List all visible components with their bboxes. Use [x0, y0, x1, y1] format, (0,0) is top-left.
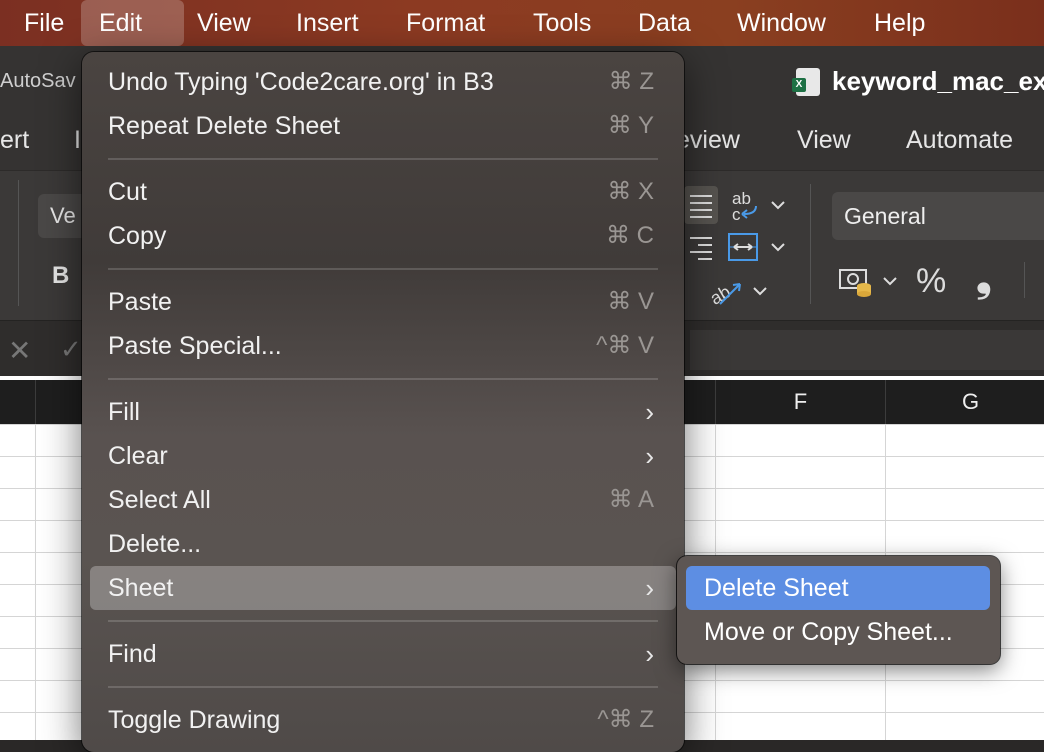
align-right-button[interactable]: [686, 230, 716, 269]
menu-item-delete-sheet[interactable]: Delete Sheet: [704, 566, 849, 610]
menu-window[interactable]: Window: [719, 0, 844, 46]
excel-badge: X: [792, 78, 806, 92]
confirm-edit-icon[interactable]: ✓: [60, 334, 82, 365]
shortcut-toggle-drawing: ^⌘ Z: [597, 706, 654, 733]
formula-input[interactable]: [690, 330, 1044, 370]
excel-file-icon: X: [792, 68, 820, 96]
wrap-text-icon: ab c: [732, 189, 785, 224]
edit-menu: Undo Typing 'Code2care.org' in B3 ⌘ Z Re…: [82, 52, 684, 752]
shortcut-paste-special: ^⌘ V: [596, 332, 654, 359]
align-right-icon: [690, 237, 712, 260]
menu-edit[interactable]: Edit: [81, 0, 184, 46]
menu-item-sheet[interactable]: Sheet: [108, 566, 173, 610]
tab-review[interactable]: eview: [676, 126, 740, 155]
menu-view[interactable]: View: [179, 0, 269, 46]
number-format-select[interactable]: General: [832, 192, 1044, 240]
menu-item-paste-special[interactable]: Paste Special...: [108, 324, 282, 368]
tab-insert[interactable]: ert: [0, 126, 29, 155]
select-all-corner[interactable]: [0, 380, 36, 424]
ribbon-separator: [18, 180, 19, 306]
svg-text:c: c: [732, 205, 741, 224]
column-line: [35, 424, 36, 740]
menu-item-highlight: [90, 566, 676, 610]
menu-tools[interactable]: Tools: [515, 0, 609, 46]
menu-item-fill[interactable]: Fill: [108, 390, 140, 434]
menu-separator: [108, 378, 658, 380]
text-orientation-icon: ab: [707, 281, 767, 309]
menu-separator: [108, 268, 658, 270]
menu-item-cut[interactable]: Cut: [108, 170, 147, 214]
menu-item-repeat[interactable]: Repeat Delete Sheet: [108, 104, 340, 148]
menu-item-find[interactable]: Find: [108, 632, 157, 676]
menu-item-toggle-drawing[interactable]: Toggle Drawing: [108, 698, 280, 742]
chevron-right-icon: ›: [645, 397, 654, 427]
autosave-label[interactable]: AutoSav: [0, 70, 76, 93]
menu-item-copy[interactable]: Copy: [108, 214, 166, 258]
cancel-edit-icon[interactable]: ✕: [8, 334, 31, 367]
document-title: keyword_mac_ex: [832, 66, 1044, 96]
menu-help[interactable]: Help: [856, 0, 943, 46]
column-header-f[interactable]: F: [716, 380, 886, 424]
chevron-right-icon: ›: [645, 573, 654, 603]
tab-view[interactable]: View: [797, 126, 851, 155]
shortcut-copy: ⌘ C: [606, 222, 654, 249]
ribbon-separator: [810, 184, 811, 304]
shortcut-select-all: ⌘ A: [608, 486, 654, 513]
tab-automate[interactable]: Automate: [906, 126, 1013, 155]
chevron-right-icon: ›: [645, 639, 654, 669]
shortcut-undo: ⌘ Z: [608, 68, 654, 95]
align-center-button[interactable]: [684, 186, 718, 224]
sheet-submenu: Delete Sheet Move or Copy Sheet...: [677, 556, 1000, 664]
merge-center-icon: [728, 233, 785, 261]
accounting-format-button[interactable]: [838, 264, 902, 305]
ribbon-separator: [1024, 262, 1025, 298]
shortcut-repeat: ⌘ Y: [607, 112, 654, 139]
menu-separator: [108, 686, 658, 688]
align-center-icon: [690, 195, 712, 218]
menu-bar: File Edit View Insert Format Tools Data …: [0, 0, 1044, 46]
menu-item-undo[interactable]: Undo Typing 'Code2care.org' in B3: [108, 60, 494, 104]
shortcut-cut: ⌘ X: [607, 178, 654, 205]
tab-draw[interactable]: I: [74, 126, 81, 155]
menu-insert[interactable]: Insert: [278, 0, 377, 46]
orientation-button[interactable]: ab: [707, 274, 772, 315]
wrap-text-button[interactable]: ab c: [730, 186, 790, 231]
comma-style-button[interactable]: ❟: [976, 256, 992, 301]
menu-separator: [108, 620, 658, 622]
menu-item-paste[interactable]: Paste: [108, 280, 172, 324]
menu-item-move-copy-sheet[interactable]: Move or Copy Sheet...: [704, 610, 953, 654]
menu-item-delete[interactable]: Delete...: [108, 522, 201, 566]
menu-data[interactable]: Data: [620, 0, 709, 46]
column-header-g[interactable]: G: [886, 380, 1044, 424]
menu-item-select-all[interactable]: Select All: [108, 478, 211, 522]
menu-file[interactable]: File: [6, 0, 82, 46]
chevron-right-icon: ›: [645, 441, 654, 471]
menu-format[interactable]: Format: [388, 0, 503, 46]
merge-center-button[interactable]: [728, 232, 790, 269]
menu-item-clear[interactable]: Clear: [108, 434, 168, 478]
percent-style-button[interactable]: %: [916, 262, 946, 301]
menu-separator: [108, 158, 658, 160]
accounting-icon: [839, 269, 897, 297]
bold-button[interactable]: B: [52, 262, 69, 290]
shortcut-paste: ⌘ V: [607, 288, 654, 315]
